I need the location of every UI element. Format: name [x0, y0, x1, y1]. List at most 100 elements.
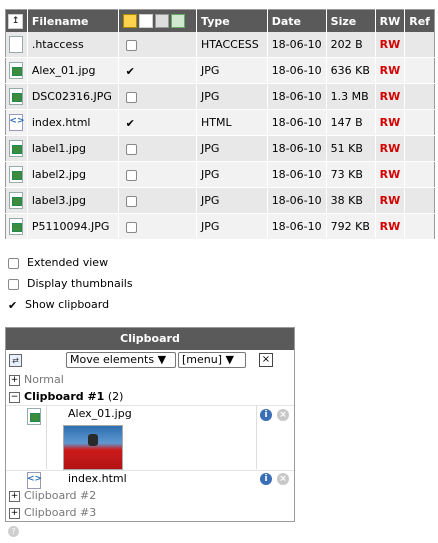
- type-cell: HTACCESS: [196, 32, 268, 58]
- column-divider: [46, 405, 47, 469]
- rw-cell: RW: [375, 161, 406, 188]
- clipboard-paste-icon[interactable]: ⇄: [9, 354, 22, 367]
- rw-cell: RW: [375, 57, 406, 84]
- row-select-checkbox[interactable]: [125, 39, 137, 51]
- clipboard-menu-select[interactable]: [menu] ▼: [178, 352, 246, 368]
- info-icon[interactable]: i: [260, 473, 272, 485]
- clipboard-panel: Clipboard ⇄ Move elements ▼ [menu] ▼ × +…: [5, 327, 295, 522]
- edit-icon[interactable]: [170, 14, 185, 28]
- date-cell: 18-06-10: [267, 161, 327, 188]
- filename-cell[interactable]: index.html: [27, 109, 119, 136]
- ref-cell: [404, 135, 435, 162]
- html-file-icon: [9, 114, 25, 131]
- delete-icon[interactable]: [154, 14, 169, 28]
- help-icon[interactable]: ?: [8, 526, 19, 537]
- row-select-checkbox[interactable]: ✔: [126, 66, 135, 77]
- info-icon[interactable]: i: [260, 409, 272, 421]
- clipboard-item-name[interactable]: Alex_01.jpg: [68, 407, 132, 420]
- extended-view-option[interactable]: Extended view: [8, 256, 108, 270]
- filename-header[interactable]: Filename: [27, 9, 119, 32]
- filename-cell[interactable]: Alex_01.jpg: [27, 57, 119, 84]
- date-cell: 18-06-10: [267, 187, 327, 214]
- clipboard-mode-select[interactable]: Move elements ▼: [66, 352, 176, 368]
- sort-toggle-header[interactable]: ↥: [5, 9, 28, 32]
- filename-cell[interactable]: P5110094.JPG: [27, 213, 119, 240]
- size-cell: 636 KB: [326, 57, 376, 84]
- clipboard-group-3[interactable]: + Clipboard #3: [6, 505, 294, 521]
- clipboard-group-2[interactable]: + Clipboard #2: [6, 488, 294, 504]
- ref-cell: [404, 109, 435, 136]
- row-select-checkbox[interactable]: [125, 143, 137, 155]
- ref-cell: [404, 213, 435, 240]
- clipboard-item: index.html i ×: [6, 470, 294, 489]
- copy-icon[interactable]: [138, 14, 153, 28]
- type-cell: HTML: [196, 109, 268, 136]
- extended-view-checkbox[interactable]: [8, 257, 19, 269]
- size-cell: 1.3 MB: [326, 83, 376, 110]
- select-cell: [118, 187, 198, 214]
- remove-icon[interactable]: ×: [277, 473, 289, 485]
- row-select-checkbox[interactable]: [125, 195, 137, 207]
- table-row[interactable]: .htaccess HTACCESS 18-06-10 202 B RW: [5, 32, 435, 58]
- import-icon[interactable]: [122, 14, 137, 28]
- show-clipboard-option[interactable]: ✔ Show clipboard: [8, 298, 109, 312]
- column-divider: [256, 405, 257, 469]
- row-select-checkbox[interactable]: [125, 221, 137, 233]
- clipboard-group-label: Clipboard #1: [24, 390, 105, 403]
- show-clipboard-checkbox[interactable]: ✔: [8, 300, 17, 311]
- date-header[interactable]: Date: [267, 9, 327, 32]
- file-icon-cell: [5, 135, 28, 162]
- size-cell: 73 KB: [326, 161, 376, 188]
- rw-header[interactable]: RW: [375, 9, 406, 32]
- type-cell: JPG: [196, 57, 268, 84]
- file-icon-cell: [5, 187, 28, 214]
- table-row[interactable]: DSC02316.JPG JPG 18-06-10 1.3 MB RW: [5, 83, 435, 110]
- date-cell: 18-06-10: [267, 135, 327, 162]
- clipboard-group-1[interactable]: − Clipboard #1 (2): [6, 389, 294, 405]
- rw-cell: RW: [375, 83, 406, 110]
- row-select-checkbox[interactable]: [125, 91, 137, 103]
- image-file-icon: [9, 62, 24, 79]
- display-thumbnails-checkbox[interactable]: [8, 278, 19, 290]
- ref-header[interactable]: Ref: [404, 9, 435, 32]
- table-row[interactable]: index.html ✔ HTML18-06-10147 BRW: [5, 109, 435, 136]
- rw-cell: RW: [375, 187, 406, 214]
- expand-icon[interactable]: +: [9, 490, 20, 502]
- clipboard-title: Clipboard: [6, 328, 294, 350]
- display-thumbnails-option[interactable]: Display thumbnails: [8, 277, 133, 291]
- ref-cell: [404, 187, 435, 214]
- row-select-checkbox[interactable]: [125, 169, 137, 181]
- type-header[interactable]: Type: [196, 9, 268, 32]
- table-row[interactable]: label2.jpg JPG 18-06-10 73 KB RW: [5, 161, 435, 188]
- table-row[interactable]: P5110094.JPG JPG 18-06-10 792 KB RW: [5, 213, 435, 240]
- filename-cell[interactable]: DSC02316.JPG: [27, 83, 119, 110]
- clipboard-item: Alex_01.jpg i ×: [6, 405, 294, 470]
- expand-icon[interactable]: +: [9, 507, 20, 519]
- image-file-icon: [9, 166, 24, 183]
- table-row[interactable]: Alex_01.jpg ✔ JPG 18-06-10 636 KB RW: [5, 57, 435, 84]
- expand-icon[interactable]: +: [9, 374, 20, 386]
- close-clipboard-button[interactable]: ×: [259, 353, 273, 367]
- remove-icon[interactable]: ×: [277, 409, 289, 421]
- type-cell: JPG: [196, 213, 268, 240]
- rw-cell: RW: [375, 109, 406, 136]
- display-thumbnails-label: Display thumbnails: [27, 277, 133, 290]
- ref-cell: [404, 161, 435, 188]
- clipboard-item-name[interactable]: index.html: [68, 472, 127, 485]
- table-row[interactable]: label3.jpg JPG 18-06-10 38 KB RW: [5, 187, 435, 214]
- collapse-icon[interactable]: −: [9, 391, 20, 403]
- row-select-checkbox[interactable]: ✔: [126, 118, 135, 129]
- filename-cell[interactable]: label1.jpg: [27, 135, 119, 162]
- clipboard-menu-value: [menu]: [182, 353, 223, 366]
- image-file-icon: [9, 192, 24, 209]
- size-header[interactable]: Size: [326, 9, 376, 32]
- rw-cell: RW: [375, 135, 406, 162]
- table-row[interactable]: label1.jpg JPG 18-06-10 51 KB RW: [5, 135, 435, 162]
- clipboard-group-normal[interactable]: + Normal: [6, 372, 294, 388]
- filename-cell[interactable]: label2.jpg: [27, 161, 119, 188]
- sort-arrow-icon[interactable]: ↥: [8, 14, 23, 29]
- filename-cell[interactable]: .htaccess: [27, 32, 119, 58]
- ref-cell: [404, 32, 435, 58]
- filename-cell[interactable]: label3.jpg: [27, 187, 119, 214]
- size-cell: 147 B: [326, 109, 376, 136]
